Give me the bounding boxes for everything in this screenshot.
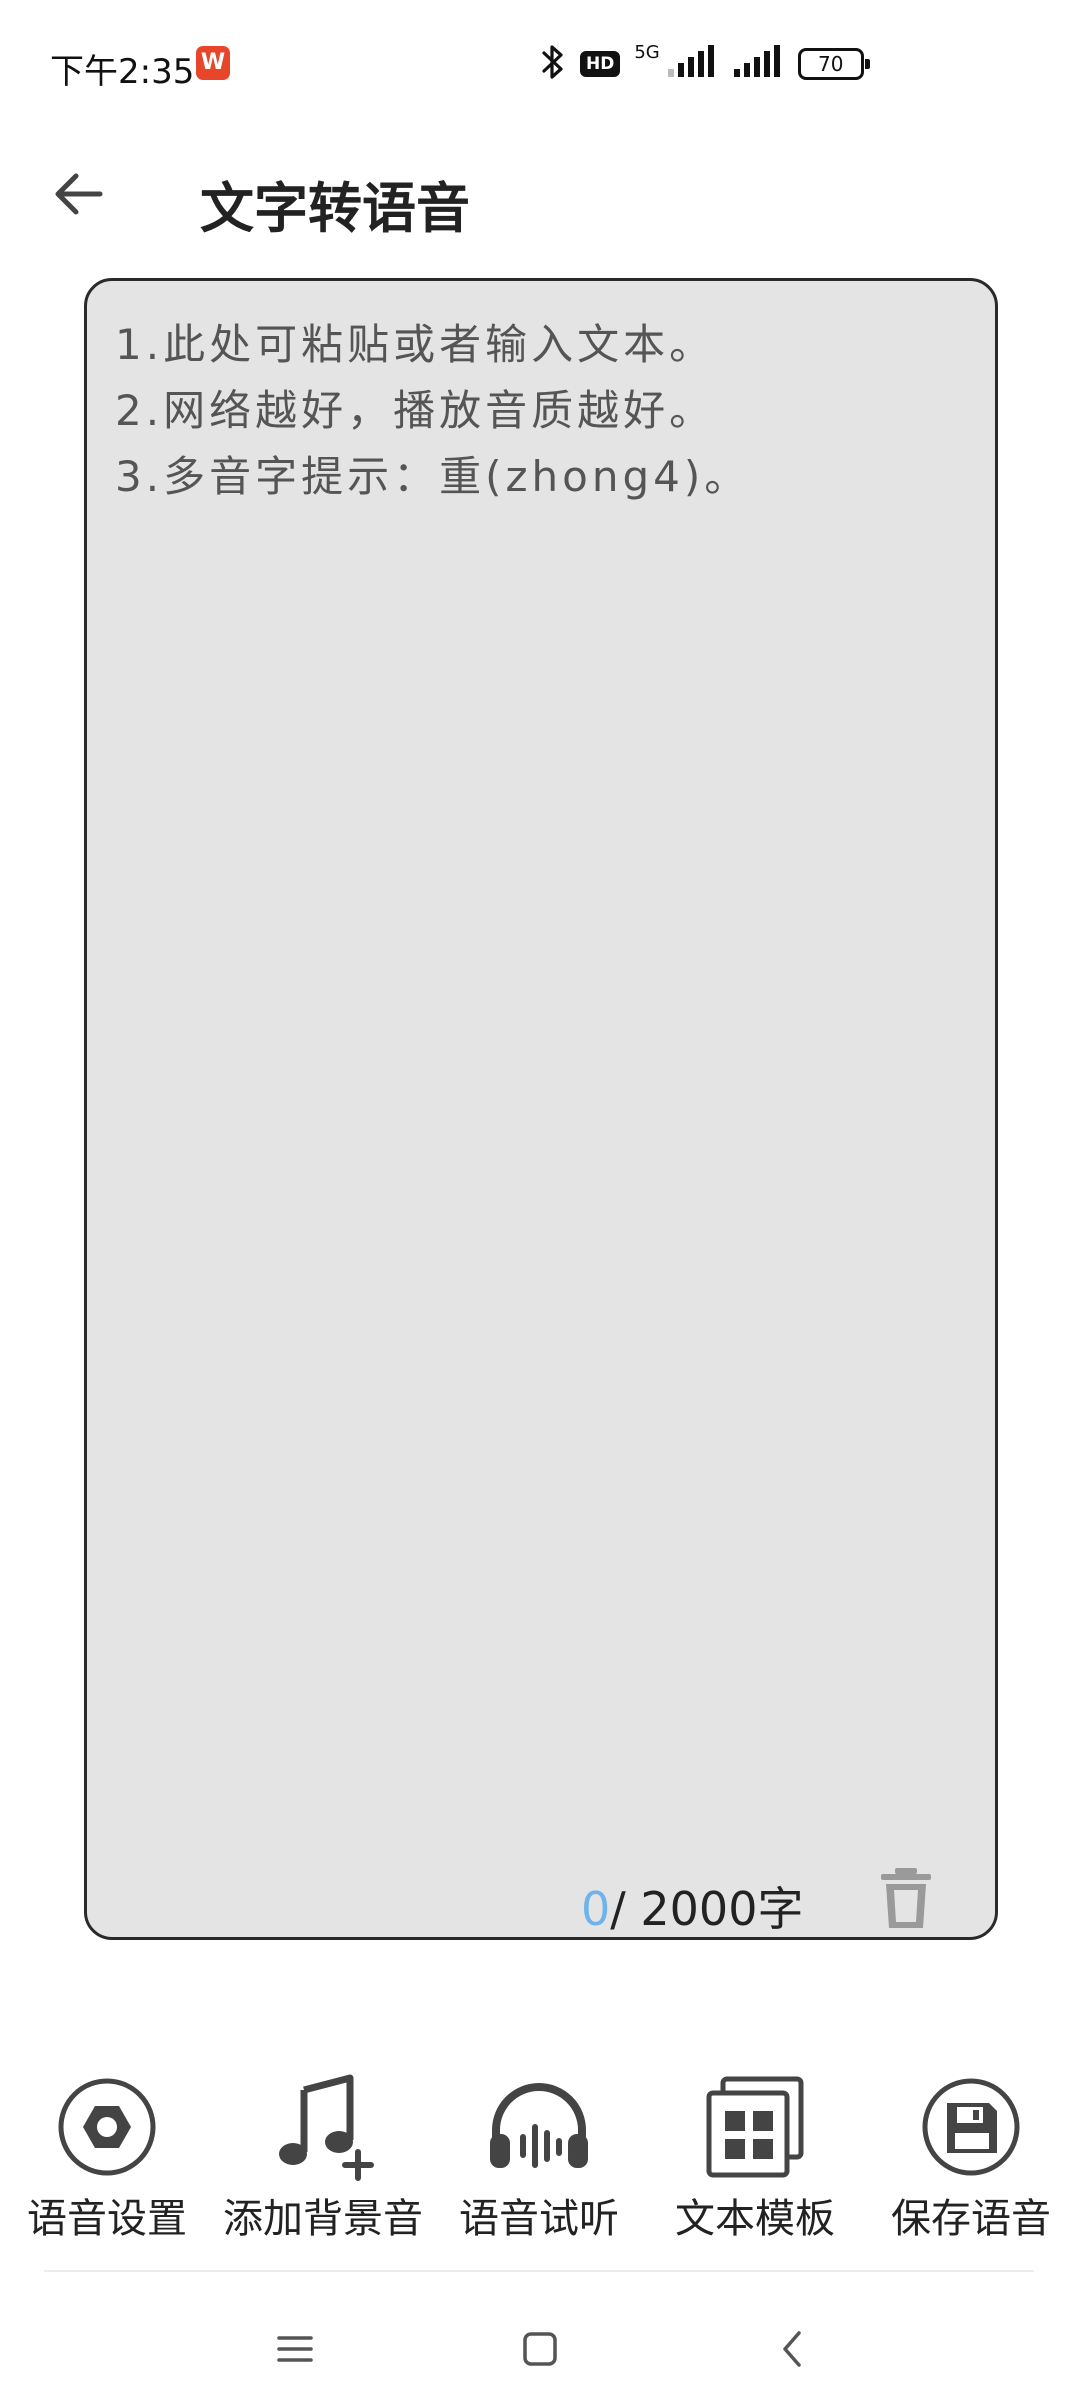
bluetooth-icon	[540, 42, 566, 86]
signal-strength-icon-2	[732, 45, 784, 83]
back-button[interactable]	[40, 156, 116, 232]
headphones-icon	[484, 2072, 594, 2182]
home-square-icon	[523, 2332, 557, 2366]
add-background-music-button[interactable]: 添加背景音	[218, 2060, 428, 2242]
voice-preview-button[interactable]: 语音试听	[434, 2060, 644, 2242]
menu-icon	[277, 2336, 313, 2362]
nav-back-button[interactable]	[757, 2314, 827, 2384]
char-count-current: 0	[581, 1882, 611, 1936]
bottom-toolbar: 语音设置 添加背景音 语音试听 文本模板 保存语音	[0, 2060, 1080, 2242]
app-header: 文字转语音	[0, 130, 1080, 260]
save-voice-label: 保存语音	[891, 2196, 1051, 2242]
clear-text-button[interactable]	[875, 1865, 937, 1931]
save-voice-button[interactable]: 保存语音	[866, 2060, 1076, 2242]
arrow-left-icon	[55, 173, 103, 215]
page-title: 文字转语音	[200, 177, 470, 240]
hint-line-3: 3.多音字提示：重(zhong4)。	[115, 452, 751, 501]
chevron-left-icon	[783, 2331, 801, 2367]
add-background-music-label: 添加背景音	[223, 2196, 423, 2242]
music-add-icon	[268, 2072, 378, 2182]
status-time: 下午2:35	[50, 52, 195, 92]
hint-line-2: 2.网络越好，播放音质越好。	[115, 386, 716, 435]
voice-settings-button[interactable]: 语音设置	[2, 2060, 212, 2242]
toolbar-divider	[44, 2270, 1034, 2272]
hint-line-1: 1.此处可粘贴或者输入文本。	[115, 320, 716, 369]
text-template-label: 文本模板	[675, 2196, 835, 2242]
save-icon	[916, 2072, 1026, 2182]
status-bar: 下午2:35 W HD 5G 70	[0, 0, 1080, 130]
nav-home-button[interactable]	[505, 2314, 575, 2384]
template-grid-icon	[700, 2072, 810, 2182]
text-input-area[interactable]: 1.此处可粘贴或者输入文本。 2.网络越好，播放音质越好。 3.多音字提示：重(…	[84, 278, 998, 1940]
battery-icon: 70	[797, 48, 870, 80]
trash-icon	[881, 1868, 931, 1928]
status-indicators: HD 5G 70	[540, 41, 870, 86]
network-type-label: 5G	[634, 41, 660, 63]
voice-preview-label: 语音试听	[459, 2196, 619, 2242]
char-counter: 0/ 2000字	[581, 1873, 803, 1939]
signal-strength-icon-1	[666, 45, 718, 83]
char-count-max: / 2000字	[610, 1882, 804, 1936]
gear-icon	[52, 2072, 162, 2182]
nav-menu-button[interactable]	[260, 2314, 330, 2384]
voice-settings-label: 语音设置	[27, 2196, 187, 2242]
app-notification-icon: W	[196, 46, 230, 80]
hd-voice-badge: HD	[580, 51, 621, 77]
text-template-button[interactable]: 文本模板	[650, 2060, 860, 2242]
system-navigation-bar	[0, 2290, 1080, 2400]
